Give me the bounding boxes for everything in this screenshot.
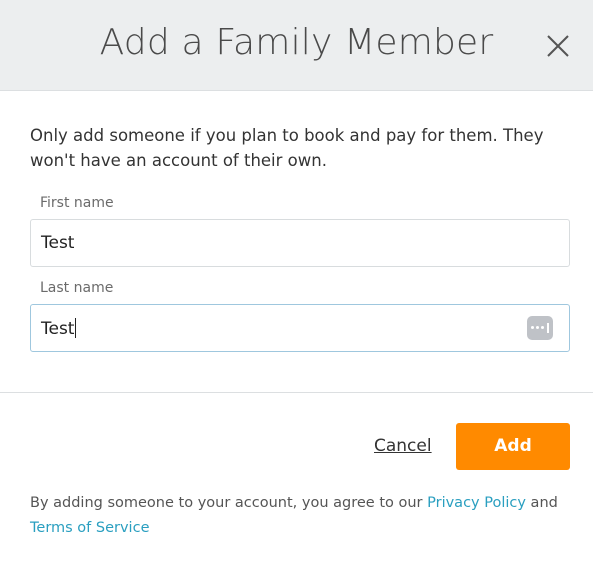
text-caret (75, 318, 77, 338)
close-icon[interactable] (545, 33, 571, 59)
password-manager-icon[interactable] (527, 316, 553, 340)
last-name-label: Last name (40, 280, 114, 296)
consent-middle: and (525, 495, 558, 511)
dialog-title: Add a Family Member (99, 22, 494, 63)
add-button[interactable]: Add (456, 423, 570, 470)
divider (0, 392, 593, 393)
last-name-value: Test (41, 318, 77, 339)
first-name-value: Test (41, 233, 75, 253)
first-name-label: First name (40, 195, 114, 211)
first-name-field[interactable]: Test (30, 219, 570, 267)
intro-text: Only add someone if you plan to book and… (30, 126, 544, 170)
privacy-policy-link[interactable]: Privacy Policy (427, 495, 526, 511)
dialog-header: Add a Family Member (0, 0, 593, 91)
last-name-field[interactable]: Test (30, 304, 570, 352)
consent-text: By adding someone to your account, you a… (30, 491, 570, 541)
cancel-button[interactable]: Cancel (374, 436, 432, 456)
consent-prefix: By adding someone to your account, you a… (30, 495, 428, 511)
terms-of-service-link[interactable]: Terms of Service (30, 520, 149, 536)
